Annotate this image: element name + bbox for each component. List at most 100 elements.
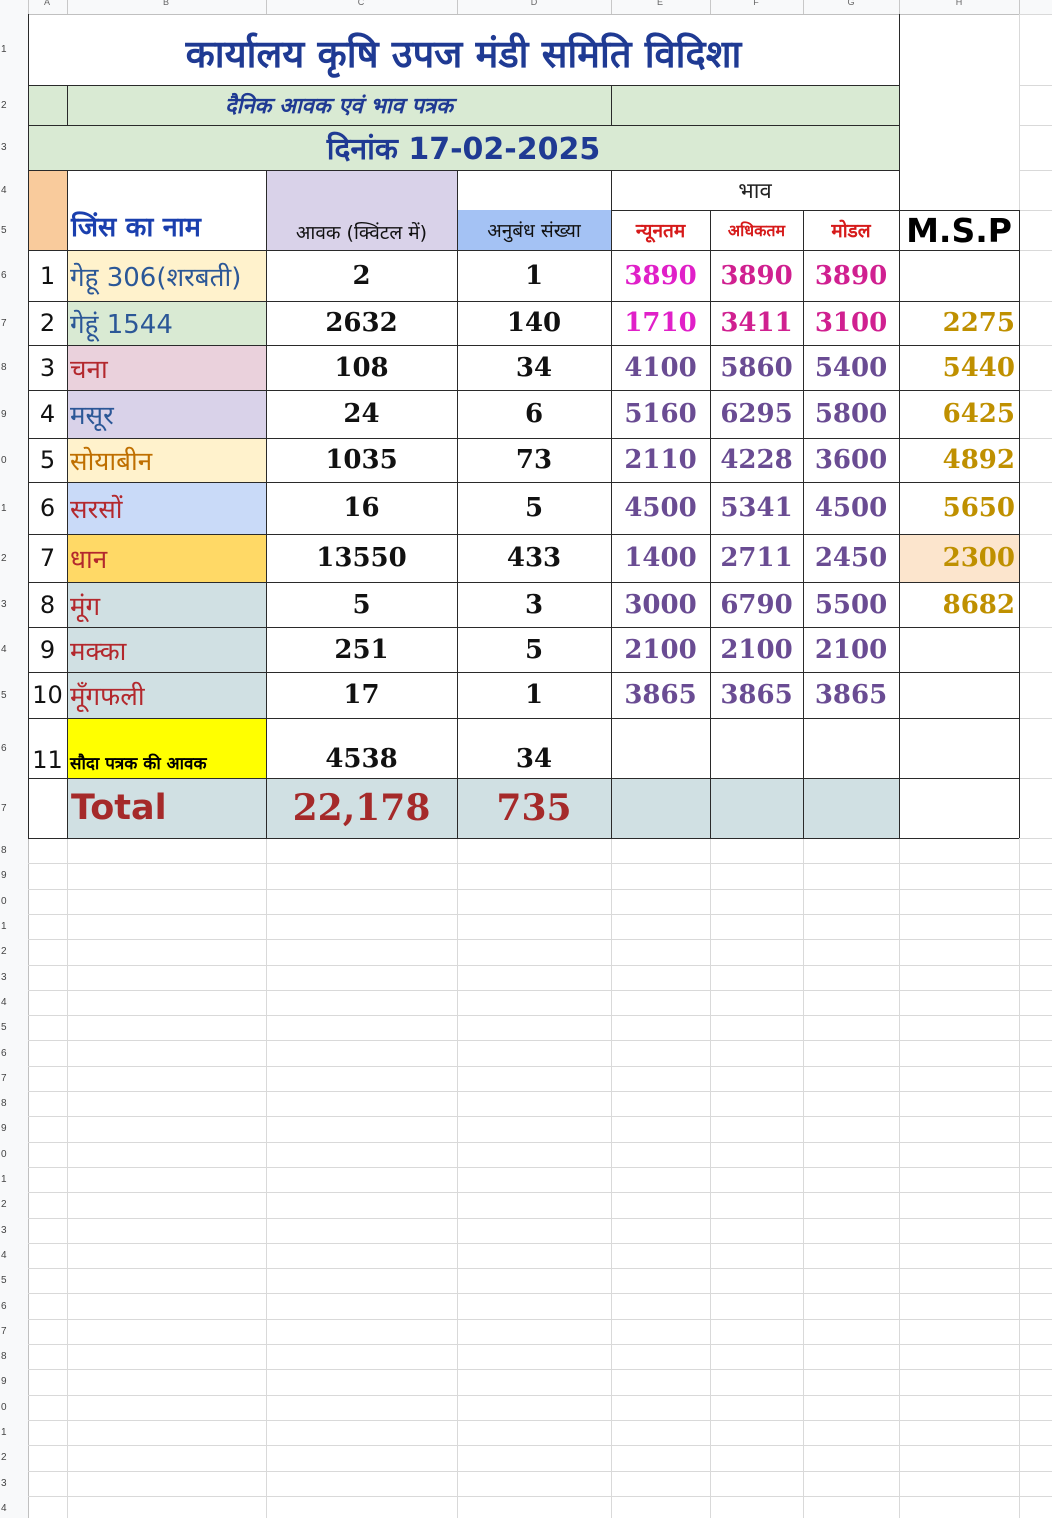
modal-price-value[interactable]: 2450 <box>803 534 899 582</box>
msp-value[interactable]: 4892 <box>899 438 1019 482</box>
contracts-value[interactable]: 73 <box>457 438 611 482</box>
msp-value[interactable]: 5440 <box>899 345 1019 390</box>
row-number[interactable]: 7 <box>0 800 26 816</box>
row-number[interactable]: 6 <box>0 268 26 284</box>
min-price-value[interactable]: 3000 <box>611 582 710 627</box>
row-number[interactable]: 0 <box>0 452 26 468</box>
row-number[interactable]: 6 <box>0 740 26 756</box>
row-number[interactable]: 2 <box>0 97 26 113</box>
row-number[interactable]: 6 <box>0 1298 26 1314</box>
commodity-name[interactable]: गेहू 306(शरबती) <box>67 250 266 301</box>
modal-price-value[interactable]: 5400 <box>803 345 899 390</box>
arrival-value[interactable]: 4538 <box>266 718 457 778</box>
row-number[interactable]: 4 <box>0 1247 26 1263</box>
row-number[interactable]: 8 <box>0 1349 26 1365</box>
max-price-value[interactable]: 5860 <box>710 345 803 390</box>
modal-price-value[interactable]: 3600 <box>803 438 899 482</box>
row-number[interactable]: 4 <box>0 182 26 198</box>
contracts-value[interactable]: 5 <box>457 482 611 534</box>
row-number[interactable]: 0 <box>0 893 26 909</box>
commodity-name[interactable]: सरसों <box>67 482 266 534</box>
msp-value[interactable]: 2300 <box>899 534 1019 582</box>
serial-number[interactable]: 6 <box>28 482 67 534</box>
commodity-name[interactable]: सोयाबीन <box>67 438 266 482</box>
serial-number[interactable]: 11 <box>28 718 67 778</box>
row-number[interactable]: 9 <box>0 1121 26 1137</box>
serial-number[interactable]: 1 <box>28 250 67 301</box>
row-number[interactable]: 0 <box>0 1146 26 1162</box>
msp-value[interactable]: 5650 <box>899 482 1019 534</box>
commodity-name[interactable]: मक्का <box>67 627 266 672</box>
row-number[interactable]: 7 <box>0 1070 26 1086</box>
contracts-value[interactable]: 1 <box>457 672 611 718</box>
row-number[interactable]: 8 <box>0 843 26 859</box>
row-number[interactable]: 1 <box>0 1425 26 1441</box>
row-number[interactable]: 6 <box>0 1045 26 1061</box>
row-number[interactable]: 2 <box>0 550 26 566</box>
modal-price-value[interactable]: 5500 <box>803 582 899 627</box>
serial-number[interactable]: 10 <box>28 672 67 718</box>
modal-price-value[interactable] <box>803 718 899 778</box>
arrival-value[interactable]: 5 <box>266 582 457 627</box>
modal-price-value[interactable]: 3865 <box>803 672 899 718</box>
serial-number[interactable]: 8 <box>28 582 67 627</box>
row-number[interactable]: 9 <box>0 1374 26 1390</box>
modal-price-value[interactable]: 3100 <box>803 301 899 345</box>
msp-value[interactable]: 8682 <box>899 582 1019 627</box>
max-price-value[interactable]: 6295 <box>710 390 803 438</box>
arrival-value[interactable]: 16 <box>266 482 457 534</box>
msp-value[interactable] <box>899 627 1019 672</box>
spreadsheet-grid[interactable]: ABCDEFGH12345678901234567890123456789012… <box>0 0 1052 1518</box>
msp-value[interactable] <box>899 250 1019 301</box>
max-price-value[interactable]: 3890 <box>710 250 803 301</box>
contracts-value[interactable]: 1 <box>457 250 611 301</box>
row-number[interactable]: 1 <box>0 42 26 58</box>
column-header-a[interactable]: A <box>27 0 67 8</box>
row-number[interactable]: 8 <box>0 360 26 376</box>
row-number[interactable]: 9 <box>0 406 26 422</box>
contracts-value[interactable]: 34 <box>457 345 611 390</box>
row-number[interactable]: 3 <box>0 1222 26 1238</box>
commodity-name[interactable]: मूँगफली <box>67 672 266 718</box>
row-number[interactable]: 4 <box>0 994 26 1010</box>
commodity-name[interactable]: मूंग <box>67 582 266 627</box>
row-number[interactable]: 5 <box>0 1020 26 1036</box>
max-price-value[interactable]: 4228 <box>710 438 803 482</box>
arrival-value[interactable]: 13550 <box>266 534 457 582</box>
row-number[interactable]: 4 <box>0 642 26 658</box>
column-header-h[interactable]: H <box>939 0 979 8</box>
arrival-value[interactable]: 1035 <box>266 438 457 482</box>
max-price-value[interactable] <box>710 718 803 778</box>
arrival-value[interactable]: 2632 <box>266 301 457 345</box>
min-price-value[interactable]: 2110 <box>611 438 710 482</box>
max-price-value[interactable]: 3865 <box>710 672 803 718</box>
arrival-value[interactable]: 108 <box>266 345 457 390</box>
row-number[interactable]: 2 <box>0 944 26 960</box>
commodity-name[interactable]: चना <box>67 345 266 390</box>
min-price-value[interactable]: 1400 <box>611 534 710 582</box>
row-number[interactable]: 1 <box>0 919 26 935</box>
serial-number[interactable]: 2 <box>28 301 67 345</box>
row-number[interactable]: 1 <box>0 500 26 516</box>
max-price-value[interactable]: 3411 <box>710 301 803 345</box>
min-price-value[interactable]: 5160 <box>611 390 710 438</box>
row-number[interactable]: 7 <box>0 1323 26 1339</box>
row-number[interactable]: 7 <box>0 315 26 331</box>
max-price-value[interactable]: 2711 <box>710 534 803 582</box>
commodity-name[interactable]: सौदा पत्रक की आवक <box>67 718 266 778</box>
column-header-e[interactable]: E <box>640 0 680 8</box>
contracts-value[interactable]: 140 <box>457 301 611 345</box>
serial-number[interactable]: 3 <box>28 345 67 390</box>
max-price-value[interactable]: 5341 <box>710 482 803 534</box>
modal-price-value[interactable]: 3890 <box>803 250 899 301</box>
arrival-value[interactable]: 251 <box>266 627 457 672</box>
arrival-value[interactable]: 24 <box>266 390 457 438</box>
contracts-value[interactable]: 6 <box>457 390 611 438</box>
commodity-name[interactable]: मसूर <box>67 390 266 438</box>
row-number[interactable]: 5 <box>0 1273 26 1289</box>
max-price-value[interactable]: 6790 <box>710 582 803 627</box>
min-price-value[interactable]: 2100 <box>611 627 710 672</box>
msp-value[interactable]: 6425 <box>899 390 1019 438</box>
row-number[interactable]: 5 <box>0 687 26 703</box>
min-price-value[interactable]: 4100 <box>611 345 710 390</box>
